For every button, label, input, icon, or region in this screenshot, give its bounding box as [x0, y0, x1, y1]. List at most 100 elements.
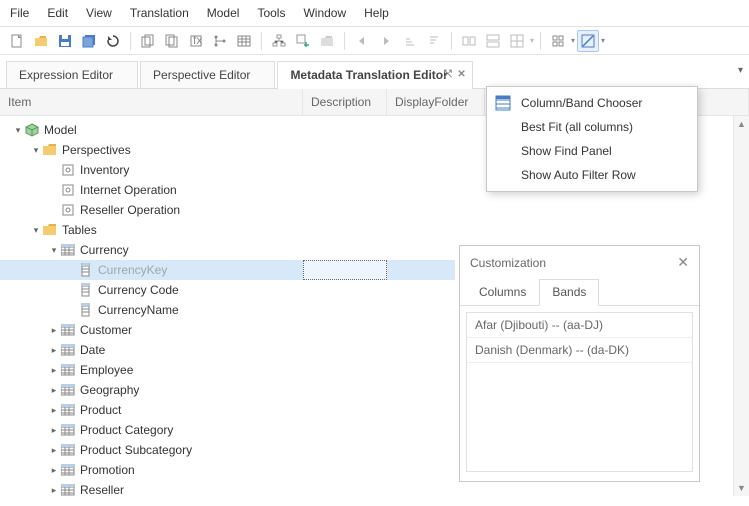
- tree-row[interactable]: Currency Code: [0, 280, 300, 300]
- tree-row[interactable]: CurrencyName: [0, 300, 300, 320]
- tree-row[interactable]: Currency: [0, 240, 300, 260]
- custom-tab-bands[interactable]: Bands: [539, 279, 599, 306]
- tree-row[interactable]: Product: [0, 400, 300, 420]
- tree-row[interactable]: Internet Operation: [0, 180, 300, 200]
- menu-file[interactable]: File: [10, 6, 29, 20]
- column-icon: [78, 283, 94, 297]
- tab-metadata[interactable]: Metadata Translation Editor ⤲ ✕: [277, 61, 472, 89]
- selection-cell[interactable]: [303, 260, 387, 280]
- hier-icon[interactable]: [268, 30, 290, 52]
- add-icon[interactable]: [292, 30, 314, 52]
- left-icon[interactable]: [351, 30, 373, 52]
- menu-view[interactable]: View: [86, 6, 112, 20]
- menu-tools[interactable]: Tools: [257, 6, 285, 20]
- expand-icon[interactable]: [48, 245, 60, 256]
- group2-icon[interactable]: [482, 30, 504, 52]
- expand-icon[interactable]: [48, 365, 60, 376]
- ctx-filter-row[interactable]: Show Auto Filter Row: [487, 163, 697, 187]
- scroll-down-icon[interactable]: ▼: [734, 480, 749, 496]
- tab-expression[interactable]: Expression Editor: [6, 61, 138, 88]
- menu-translation[interactable]: Translation: [130, 6, 189, 20]
- menu-help[interactable]: Help: [364, 6, 389, 20]
- tree-row[interactable]: Geography: [0, 380, 300, 400]
- sortup-icon[interactable]: [399, 30, 421, 52]
- tree-row[interactable]: Inventory: [0, 160, 300, 180]
- open-icon[interactable]: [30, 30, 52, 52]
- expand-icon[interactable]: [30, 225, 42, 236]
- script-icon[interactable]: fx: [185, 30, 207, 52]
- folder-icon: [42, 143, 58, 157]
- expand-icon[interactable]: [48, 445, 60, 456]
- band-item[interactable]: Danish (Denmark) -- (da-DK): [467, 338, 692, 363]
- scrollbar[interactable]: ▲ ▼: [733, 116, 749, 496]
- table-icon[interactable]: [233, 30, 255, 52]
- expand-icon[interactable]: [48, 345, 60, 356]
- expand-icon[interactable]: [48, 405, 60, 416]
- tree-row[interactable]: CurrencyKey: [0, 260, 300, 280]
- table-icon: [60, 323, 76, 337]
- expand-icon[interactable]: [12, 125, 24, 136]
- expand-icon[interactable]: [48, 465, 60, 476]
- expand-icon[interactable]: [48, 485, 60, 496]
- close-icon[interactable]: ✕: [457, 69, 465, 80]
- band-item[interactable]: Afar (Djibouti) -- (aa-DJ): [467, 313, 692, 338]
- folder-icon[interactable]: [316, 30, 338, 52]
- persp-icon: [60, 183, 76, 197]
- view1-icon[interactable]: [547, 30, 569, 52]
- scroll-up-icon[interactable]: ▲: [734, 116, 749, 132]
- tree-row[interactable]: Customer: [0, 320, 300, 340]
- view2-icon[interactable]: [577, 30, 599, 52]
- menu-edit[interactable]: Edit: [47, 6, 68, 20]
- customization-close-icon[interactable]: ✕: [677, 254, 689, 271]
- dup2-icon[interactable]: [161, 30, 183, 52]
- tree[interactable]: ModelPerspectivesInventory Internet Opera…: [0, 116, 300, 496]
- col-displayfolder[interactable]: DisplayFolder: [387, 89, 485, 115]
- tree-label: Internet Operation: [80, 183, 177, 197]
- new-icon[interactable]: [6, 30, 28, 52]
- right-icon[interactable]: [375, 30, 397, 52]
- ctx-best-fit[interactable]: Best Fit (all columns): [487, 115, 697, 139]
- pin-icon[interactable]: ⤲: [444, 69, 452, 80]
- expand-icon[interactable]: [48, 425, 60, 436]
- table-icon: [60, 403, 76, 417]
- tree-label: Reseller Operation: [80, 203, 180, 217]
- expand-icon[interactable]: [48, 325, 60, 336]
- sortdown-icon[interactable]: [423, 30, 445, 52]
- ctx-column-chooser[interactable]: Column/Band Chooser: [487, 91, 697, 115]
- tree-label: Tables: [62, 223, 97, 237]
- tree-row[interactable]: Perspectives: [0, 140, 300, 160]
- tabs-overflow[interactable]: ▾: [738, 65, 743, 76]
- group1-icon[interactable]: [458, 30, 480, 52]
- column-chooser-icon: [495, 95, 511, 111]
- tree-row[interactable]: Tables: [0, 220, 300, 240]
- tree-label: Customer: [80, 323, 132, 337]
- toolbar: fx ▾ ▾ ▾: [0, 27, 749, 55]
- tree-row[interactable]: Reseller: [0, 480, 300, 496]
- expand-icon[interactable]: [48, 385, 60, 396]
- folder-icon: [42, 223, 58, 237]
- custom-tab-columns[interactable]: Columns: [466, 279, 539, 305]
- table-icon: [60, 383, 76, 397]
- refresh-icon[interactable]: [102, 30, 124, 52]
- menu-window[interactable]: Window: [303, 6, 346, 20]
- tree-row[interactable]: Reseller Operation: [0, 200, 300, 220]
- tree-row[interactable]: Product Category: [0, 420, 300, 440]
- col-item[interactable]: Item: [0, 89, 303, 115]
- tree-icon[interactable]: [209, 30, 231, 52]
- ctx-find-panel[interactable]: Show Find Panel: [487, 139, 697, 163]
- saveall-icon[interactable]: [78, 30, 100, 52]
- dup-icon[interactable]: [137, 30, 159, 52]
- tab-perspective[interactable]: Perspective Editor: [140, 61, 275, 88]
- expand-icon[interactable]: [30, 145, 42, 156]
- tree-row[interactable]: Date: [0, 340, 300, 360]
- tree-label: Product Subcategory: [80, 443, 192, 457]
- tree-row[interactable]: Promotion: [0, 460, 300, 480]
- col-description[interactable]: Description: [303, 89, 387, 115]
- save-icon[interactable]: [54, 30, 76, 52]
- tree-row[interactable]: Employee: [0, 360, 300, 380]
- tree-label: Currency Code: [98, 283, 179, 297]
- tree-row[interactable]: Product Subcategory: [0, 440, 300, 460]
- menu-model[interactable]: Model: [207, 6, 240, 20]
- group3-icon[interactable]: [506, 30, 528, 52]
- tree-row[interactable]: Model: [0, 120, 300, 140]
